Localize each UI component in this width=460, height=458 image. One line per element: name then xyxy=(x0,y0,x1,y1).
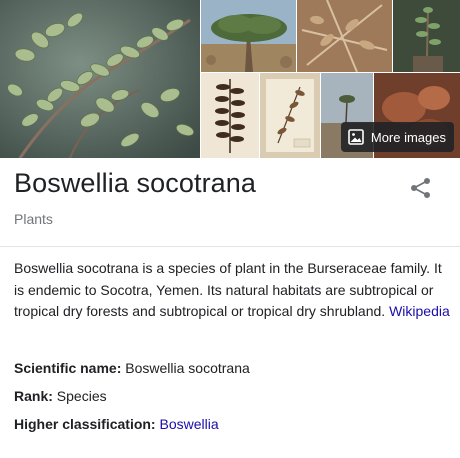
fact-value: Boswellia socotrana xyxy=(125,360,250,376)
image-gallery: More images xyxy=(0,0,460,158)
herbarium-image[interactable] xyxy=(260,73,320,158)
divider xyxy=(0,246,460,247)
entity-title: Boswellia socotrana xyxy=(14,168,257,198)
fact-rank: Rank: Species xyxy=(14,388,107,404)
wikipedia-link[interactable]: Wikipedia xyxy=(389,303,450,319)
image-icon xyxy=(348,129,364,145)
fact-label: Scientific name: xyxy=(14,360,122,376)
share-button[interactable] xyxy=(408,175,434,201)
tree-image[interactable] xyxy=(201,0,296,72)
fact-label: Rank: xyxy=(14,388,53,404)
share-icon xyxy=(411,178,430,198)
fact-scientific-name: Scientific name: Boswellia socotrana xyxy=(14,360,250,376)
main-plant-image[interactable] xyxy=(0,0,200,158)
description: Boswellia socotrana is a species of plan… xyxy=(14,258,452,323)
description-text: Boswellia socotrana is a species of plan… xyxy=(14,260,442,319)
leaf-closeup-image[interactable] xyxy=(297,0,392,72)
fact-higher-classification: Higher classification: Boswellia xyxy=(14,416,219,432)
more-images-button[interactable]: More images xyxy=(340,122,454,152)
sapling-image[interactable] xyxy=(393,0,460,72)
specimen-image[interactable] xyxy=(201,73,259,158)
more-images-label: More images xyxy=(370,129,446,145)
entity-category: Plants xyxy=(14,211,53,227)
higher-classification-link[interactable]: Boswellia xyxy=(159,416,218,432)
fact-label: Higher classification: xyxy=(14,416,156,432)
fact-value: Species xyxy=(56,388,107,404)
